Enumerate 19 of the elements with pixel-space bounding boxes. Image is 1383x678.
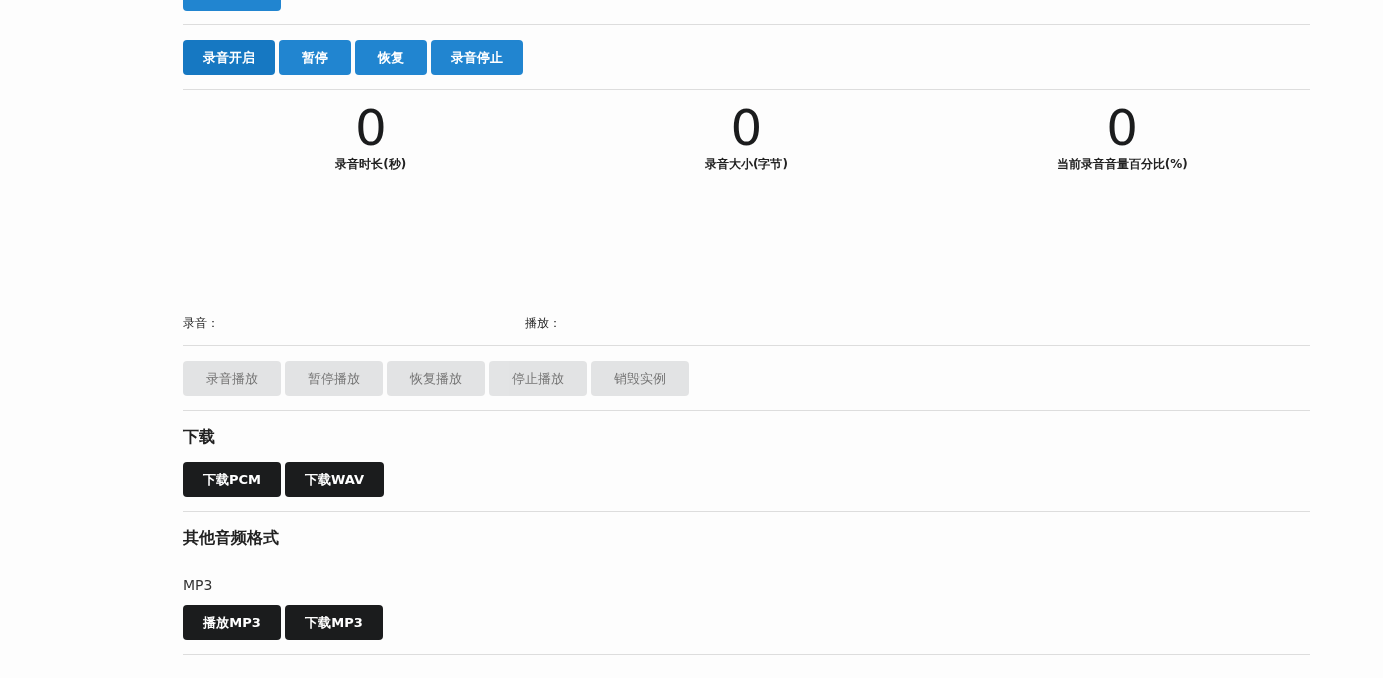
record-control-button[interactable]: 恢复: [355, 40, 427, 75]
stat-label: 录音大小(字节): [705, 156, 788, 173]
mp3-button[interactable]: 播放MP3: [183, 605, 281, 640]
section-heading: 下载: [183, 426, 216, 448]
stat-label: 录音时长(秒): [335, 156, 407, 173]
record-control-button[interactable]: 录音开启: [183, 40, 275, 75]
section-heading: 其他音频格式: [183, 527, 280, 549]
player-label: 录音：: [183, 315, 220, 332]
format-label: MP3: [183, 576, 214, 593]
stat-value: 0: [354, 100, 387, 156]
record-control-button[interactable]: 暂停: [279, 40, 351, 75]
stat-value: 0: [730, 100, 763, 156]
stat-label: 当前录音音量百分比(%): [1056, 156, 1188, 173]
download-button[interactable]: 下载PCM: [183, 462, 281, 497]
player-label: 播放：: [525, 315, 562, 332]
record-control-button[interactable]: 录音停止: [431, 40, 523, 75]
mp3-button[interactable]: 下载MP3: [285, 605, 383, 640]
download-button[interactable]: 下载WAV: [285, 462, 384, 497]
stat-value: 0: [1106, 100, 1139, 156]
